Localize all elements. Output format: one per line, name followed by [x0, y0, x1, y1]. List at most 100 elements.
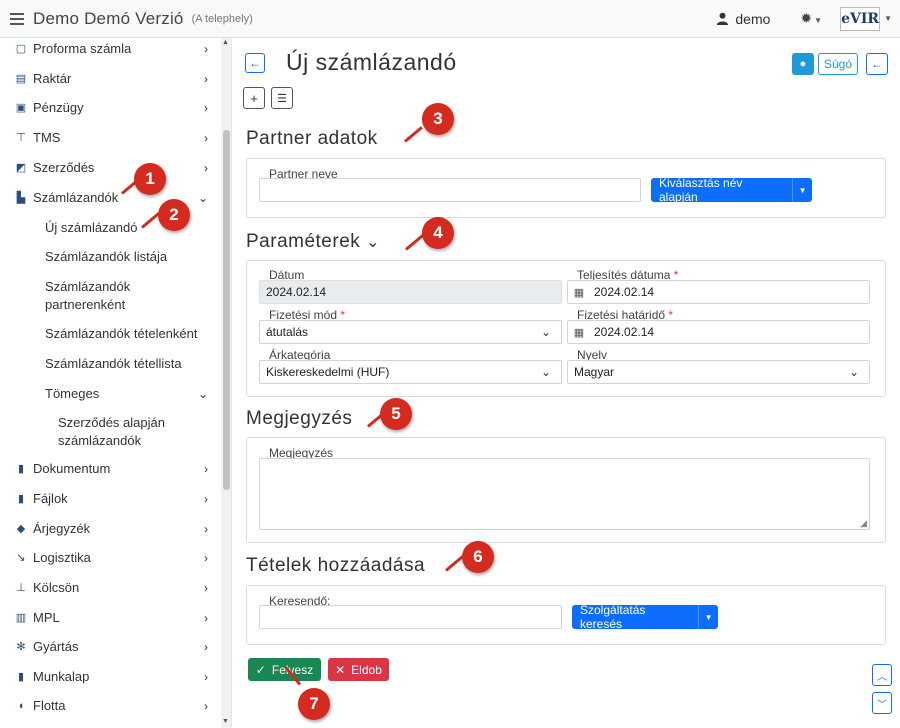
settings-menu[interactable]: ✹ ▼	[800, 10, 822, 27]
payment-deadline-input[interactable]: ▦ 2024.02.14	[567, 320, 870, 344]
worksheet-icon: ▮	[17, 671, 25, 683]
sidebar-item-dokumentum[interactable]: ▮ Dokumentum ›	[0, 461, 220, 476]
menu-icon[interactable]	[10, 12, 24, 25]
cogs-icon: ✻	[16, 641, 26, 653]
page-title: Új számlázandó	[286, 49, 457, 75]
caret-down-icon[interactable]: ▼	[884, 14, 892, 23]
sidebar-item-flotta[interactable]: ◖ Flotta ›	[0, 698, 220, 713]
section-title-partner: Partner adatok	[246, 128, 378, 149]
sidebar-subitem-uj-szamlazando[interactable]: Új számlázandó	[45, 219, 138, 237]
sidebar-item-gyartas[interactable]: ✻ Gyártás ›	[0, 639, 220, 654]
user-icon	[717, 12, 729, 25]
contract-icon: ◩	[15, 162, 27, 174]
params-card: Dátum 2024.02.14 Teljesítés dátuma * ▦ 20…	[246, 260, 886, 397]
sidebar-item-logisztika[interactable]: ↘ Logisztika ›	[0, 550, 220, 565]
back-button-right[interactable]: ←	[866, 53, 888, 75]
scroll-top-button[interactable]: ︿	[872, 664, 892, 686]
marker-2: 2	[158, 199, 190, 231]
scroll-up-arrow-icon[interactable]: ▲	[222, 39, 229, 46]
logo-text: eVIR	[841, 10, 880, 27]
chevron-right-icon: ›	[204, 521, 208, 536]
car-icon: ◖	[17, 699, 25, 712]
add-button[interactable]: +	[243, 87, 265, 109]
caret-down-icon[interactable]: ▼	[698, 605, 718, 629]
partner-select-button[interactable]: Kiválasztás név alapján ▼	[651, 176, 812, 204]
sidebar: ▢ Proforma számla › ▤ Raktár › ▣ Pénzügy › ⊤ TM…	[0, 38, 232, 728]
sidebar-item-tms[interactable]: ⊤ TMS ›	[0, 130, 220, 145]
sidebar-subitem-tetellista[interactable]: Számlázandók tétellista	[45, 355, 182, 373]
pin-icon: ⊤	[16, 132, 26, 144]
caret-down-icon: ▼	[814, 16, 823, 25]
chevron-down-icon: ⌄	[197, 190, 208, 205]
sidebar-item-arjegyzek[interactable]: ◆ Árjegyzék ›	[0, 521, 220, 536]
sidebar-subitem-lista[interactable]: Számlázandók listája	[45, 248, 167, 266]
partner-name-input[interactable]	[259, 178, 641, 202]
sidebar-subitem-tetelenkent[interactable]: Számlázandók tételenként	[45, 325, 197, 343]
warehouse-icon: ▤	[15, 73, 27, 85]
file-icon: ▮	[17, 463, 25, 475]
sidebar-item-proforma[interactable]: ▢ Proforma számla ›	[0, 41, 220, 56]
truck-icon: ▥	[15, 612, 27, 624]
marker-5: 5	[380, 398, 412, 430]
chevron-right-icon: ›	[204, 41, 208, 56]
plus-icon: +	[250, 90, 258, 106]
list-button[interactable]: ☰	[271, 87, 293, 109]
section-title-note: Megjegyzés	[246, 408, 353, 429]
chevron-down-icon: ⌄	[540, 365, 551, 379]
caret-down-icon[interactable]: ▼	[792, 178, 812, 202]
calendar-icon[interactable]: ▦	[568, 281, 590, 303]
section-title-params[interactable]: Paraméterek ⌄	[246, 231, 380, 253]
list-icon: ☰	[277, 92, 287, 105]
tag-icon: ◆	[16, 523, 26, 535]
service-search-button[interactable]: Szolgáltatás keresés ▼	[572, 603, 718, 631]
sidebar-item-mpl[interactable]: ▥ MPL ›	[0, 610, 220, 625]
sidebar-subitem-tomeges[interactable]: Tömeges ⌄	[45, 385, 210, 403]
scroll-down-arrow-icon[interactable]: ▼	[222, 718, 229, 725]
sidebar-item-penzugy[interactable]: ▣ Pénzügy ›	[0, 100, 220, 115]
chevron-up-icon: ︿	[877, 671, 887, 683]
back-button[interactable]: ←	[245, 53, 265, 73]
payment-method-select[interactable]: átutalás ⌄	[259, 320, 562, 344]
sidebar-subitem-szerzodes-alapjan[interactable]: Szerződés alapján számlázandók	[58, 414, 198, 450]
completion-date-input[interactable]: ▦ 2024.02.14	[567, 280, 870, 304]
arrow-left-icon: ←	[871, 57, 883, 71]
price-category-select[interactable]: Kiskereskedelmi (HUF) ⌄	[259, 360, 562, 384]
arrow-left-icon: ←	[249, 56, 261, 70]
chevron-right-icon: ›	[204, 639, 208, 654]
chevron-right-icon: ›	[204, 550, 208, 565]
discard-button[interactable]: ✕ Eldob	[328, 658, 389, 681]
sidebar-item-szamlazandok[interactable]: ▙ Számlázandók ⌄	[0, 190, 220, 205]
item-search-input[interactable]	[259, 605, 562, 629]
resize-handle-icon[interactable]: ◢	[860, 518, 867, 529]
language-select[interactable]: Magyar ⌄	[567, 360, 870, 384]
sidebar-item-szerzodes[interactable]: ◩ Szerződés ›	[0, 160, 220, 175]
scroll-bottom-button[interactable]: ﹀	[872, 692, 892, 714]
help-button[interactable]: Súgó	[818, 53, 858, 75]
chat-button[interactable]: ●	[792, 53, 814, 75]
calendar-icon[interactable]: ▦	[568, 321, 590, 343]
chevron-down-icon: ⌄	[366, 234, 380, 251]
note-textarea[interactable]: ◢	[259, 458, 870, 530]
sidebar-subitem-partnerenkent[interactable]: Számlázandók partnerenként	[45, 278, 195, 314]
chevron-down-icon: ﹀	[877, 699, 887, 711]
sidebar-item-munkalap[interactable]: ▮ Munkalap ›	[0, 669, 220, 684]
check-icon: ✓	[255, 662, 266, 677]
marker-4: 4	[422, 217, 454, 249]
logistics-icon: ↘	[16, 552, 26, 564]
sidebar-item-kolcson[interactable]: ⊥ Kölcsön ›	[0, 580, 220, 595]
app-logo[interactable]: eVIR	[840, 6, 881, 31]
sidebar-scroll-thumb[interactable]	[223, 130, 230, 490]
sidebar-item-raktar[interactable]: ▤ Raktár ›	[0, 71, 220, 86]
close-icon: ✕	[335, 662, 346, 677]
chevron-down-icon: ⌄	[540, 325, 551, 339]
chevron-right-icon: ›	[204, 669, 208, 684]
chat-icon: ●	[799, 58, 807, 70]
user-menu[interactable]: demo	[716, 11, 770, 27]
chevron-right-icon: ›	[204, 610, 208, 625]
invoice-icon: ▙	[16, 192, 26, 204]
sidebar-item-fajlok[interactable]: ▮ Fájlok ›	[0, 491, 220, 506]
chevron-right-icon: ›	[204, 580, 208, 595]
document-icon: ▢	[15, 43, 27, 55]
chevron-down-icon: ⌄	[848, 365, 859, 379]
files-icon: ▮	[17, 493, 25, 505]
